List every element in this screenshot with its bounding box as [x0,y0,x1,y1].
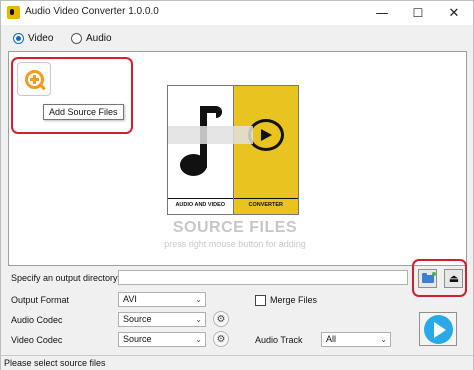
chevron-down-icon: ⌄ [380,335,387,344]
browse-folder-button[interactable] [418,269,437,288]
radio-indicator [13,33,24,44]
status-bar: Please select source files [1,355,473,370]
video-codec-select[interactable]: Source ⌄ [118,332,206,347]
video-codec-value: Source [123,334,152,344]
radio-video[interactable]: Video [13,33,53,44]
radio-indicator [71,33,82,44]
audio-track-label: Audio Track [255,335,303,345]
logo-caption-left: AUDIO AND VIDEO [168,198,233,208]
window-title: Audio Video Converter 1.0.0.0 [25,6,159,17]
audio-codec-value: Source [123,314,152,324]
output-format-value: AVI [123,294,137,304]
radio-audio-label: Audio [86,33,112,44]
video-codec-label: Video Codec [11,335,63,345]
logo-caption-right: CONVERTER [233,198,298,208]
gear-icon: ⚙ [216,313,226,325]
output-dir-input[interactable] [118,270,408,285]
audio-codec-select[interactable]: Source ⌄ [118,312,206,327]
chevron-down-icon: ⌄ [195,315,202,324]
title-bar: Audio Video Converter 1.0.0.0 — ☐ ✕ [1,1,473,25]
status-text: Please select source files [4,358,106,368]
close-button[interactable]: ✕ [436,1,472,25]
music-note-head [180,154,207,176]
logo-video-half: CONVERTER [233,86,298,214]
audio-codec-settings-button[interactable]: ⚙ [213,311,229,327]
placeholder-title: SOURCE FILES [172,219,298,236]
open-output-folder-button[interactable]: ⏏ [444,269,463,288]
gear-icon: ⚙ [216,333,226,345]
play-icon [424,315,453,344]
app-window: Audio Video Converter 1.0.0.0 — ☐ ✕ Vide… [0,0,474,370]
placeholder-hint: press right mouse button for adding [164,239,306,249]
source-files-panel[interactable]: Add Source Files AUDIO AND VIDEO CONVERT… [8,51,467,266]
minimize-button[interactable]: — [364,1,400,25]
audio-track-value: All [326,334,337,344]
app-logo: AUDIO AND VIDEO CONVERTER [167,85,299,215]
radio-audio[interactable]: Audio [71,33,112,44]
radio-video-label: Video [28,33,54,44]
arrow-icon [168,126,253,144]
output-dir-label: Specify an output directory [11,273,118,283]
output-format-label: Output Format [11,295,70,305]
music-note-flag [200,106,222,118]
chevron-down-icon: ⌄ [195,295,202,304]
logo-audio-half: AUDIO AND VIDEO [168,86,234,214]
merge-files-checkbox[interactable] [255,295,266,306]
maximize-button[interactable]: ☐ [400,1,436,25]
app-logo-icon [7,6,20,19]
audio-codec-label: Audio Codec [11,315,63,325]
merge-files-label: Merge Files [270,295,318,305]
folder-icon [422,272,436,283]
video-codec-settings-button[interactable]: ⚙ [213,331,229,347]
open-folder-icon: ⏏ [448,272,460,285]
highlight-box-add-files [11,57,133,134]
audio-track-select[interactable]: All ⌄ [321,332,391,347]
output-format-select[interactable]: AVI ⌄ [118,292,206,307]
chevron-down-icon: ⌄ [195,335,202,344]
convert-button[interactable] [419,312,457,346]
